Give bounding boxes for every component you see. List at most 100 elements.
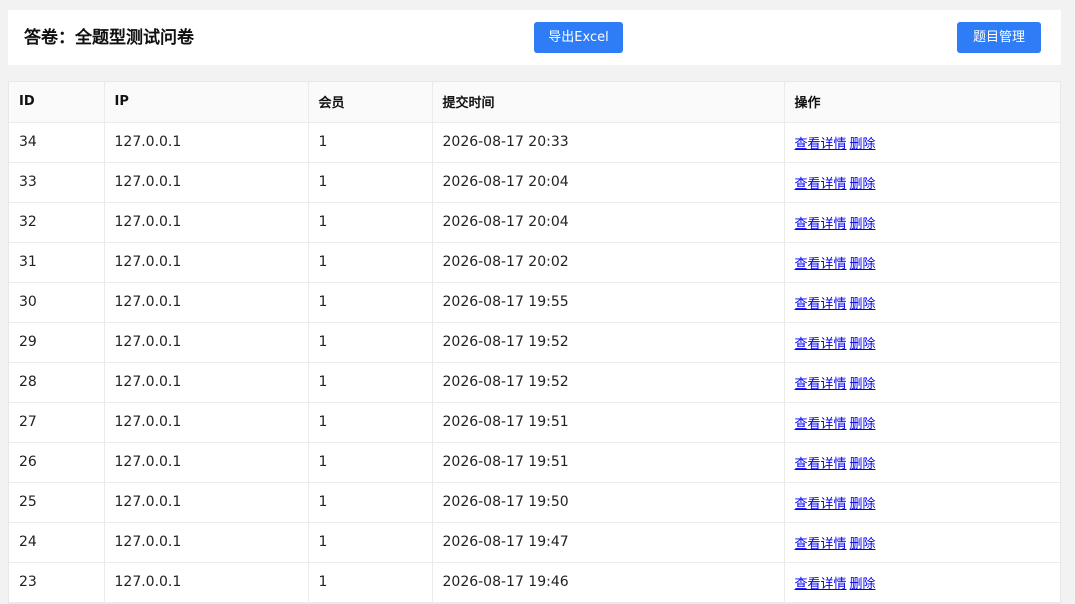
cell-actions: 查看详情 删除	[784, 482, 1060, 523]
delete-link[interactable]: 删除	[850, 337, 876, 352]
answers-table: ID IP 会员 提交时间 操作 34 127.0.0.1 1 2026-08-17 …	[9, 82, 1060, 603]
cell-actions: 查看详情 删除	[784, 322, 1060, 363]
cell-submit-time: 2026-08-17 19:55	[432, 282, 785, 323]
cell-member: 1	[308, 522, 433, 563]
cell-actions: 查看详情 删除	[784, 362, 1060, 403]
cell-actions: 查看详情 删除	[784, 562, 1060, 603]
cell-id: 25	[9, 482, 105, 523]
cell-member: 1	[308, 442, 433, 483]
cell-ip: 127.0.0.1	[104, 162, 309, 203]
cell-submit-time: 2026-08-17 20:02	[432, 242, 785, 283]
cell-ip: 127.0.0.1	[104, 122, 309, 163]
table-row: 26 127.0.0.1 1 2026-08-17 19:51 查看详情 删除	[9, 442, 1060, 483]
table-row: 31 127.0.0.1 1 2026-08-17 20:02 查看详情 删除	[9, 242, 1060, 283]
delete-link[interactable]: 删除	[850, 177, 876, 192]
cell-ip: 127.0.0.1	[104, 522, 309, 563]
table-row: 27 127.0.0.1 1 2026-08-17 19:51 查看详情 删除	[9, 402, 1060, 443]
cell-submit-time: 2026-08-17 19:50	[432, 482, 785, 523]
cell-submit-time: 2026-08-17 19:51	[432, 442, 785, 483]
delete-link[interactable]: 删除	[850, 577, 876, 592]
question-manage-button[interactable]: 题目管理	[957, 22, 1041, 53]
cell-submit-time: 2026-08-17 20:04	[432, 162, 785, 203]
delete-link[interactable]: 删除	[850, 137, 876, 152]
table-header-row: ID IP 会员 提交时间 操作	[9, 82, 1060, 123]
cell-id: 27	[9, 402, 105, 443]
column-header-id: ID	[9, 82, 105, 123]
table-row: 23 127.0.0.1 1 2026-08-17 19:46 查看详情 删除	[9, 562, 1060, 603]
cell-ip: 127.0.0.1	[104, 282, 309, 323]
delete-link[interactable]: 删除	[850, 257, 876, 272]
view-details-link[interactable]: 查看详情	[795, 457, 847, 472]
cell-id: 33	[9, 162, 105, 203]
view-details-link[interactable]: 查看详情	[795, 577, 847, 592]
table-row: 33 127.0.0.1 1 2026-08-17 20:04 查看详情 删除	[9, 162, 1060, 203]
column-header-ip: IP	[104, 82, 309, 123]
cell-member: 1	[308, 202, 433, 243]
view-details-link[interactable]: 查看详情	[795, 217, 847, 232]
view-details-link[interactable]: 查看详情	[795, 297, 847, 312]
cell-id: 31	[9, 242, 105, 283]
cell-submit-time: 2026-08-17 19:46	[432, 562, 785, 603]
cell-ip: 127.0.0.1	[104, 482, 309, 523]
cell-id: 29	[9, 322, 105, 363]
cell-member: 1	[308, 282, 433, 323]
view-details-link[interactable]: 查看详情	[795, 137, 847, 152]
cell-ip: 127.0.0.1	[104, 242, 309, 283]
cell-actions: 查看详情 删除	[784, 122, 1060, 163]
cell-member: 1	[308, 482, 433, 523]
cell-id: 23	[9, 562, 105, 603]
view-details-link[interactable]: 查看详情	[795, 497, 847, 512]
delete-link[interactable]: 删除	[850, 377, 876, 392]
delete-link[interactable]: 删除	[850, 217, 876, 232]
delete-link[interactable]: 删除	[850, 457, 876, 472]
table-row: 32 127.0.0.1 1 2026-08-17 20:04 查看详情 删除	[9, 202, 1060, 243]
cell-id: 28	[9, 362, 105, 403]
cell-actions: 查看详情 删除	[784, 442, 1060, 483]
export-excel-button[interactable]: 导出Excel	[534, 22, 623, 53]
cell-actions: 查看详情 删除	[784, 202, 1060, 243]
table-row: 25 127.0.0.1 1 2026-08-17 19:50 查看详情 删除	[9, 482, 1060, 523]
cell-id: 32	[9, 202, 105, 243]
cell-submit-time: 2026-08-17 19:52	[432, 322, 785, 363]
cell-actions: 查看详情 删除	[784, 242, 1060, 283]
table-row: 34 127.0.0.1 1 2026-08-17 20:33 查看详情 删除	[9, 122, 1060, 163]
cell-ip: 127.0.0.1	[104, 402, 309, 443]
cell-member: 1	[308, 322, 433, 363]
answers-table-container: ID IP 会员 提交时间 操作 34 127.0.0.1 1 2026-08-17 …	[8, 81, 1061, 604]
table-row: 30 127.0.0.1 1 2026-08-17 19:55 查看详情 删除	[9, 282, 1060, 323]
delete-link[interactable]: 删除	[850, 297, 876, 312]
cell-member: 1	[308, 122, 433, 163]
cell-submit-time: 2026-08-17 19:52	[432, 362, 785, 403]
column-header-member: 会员	[308, 82, 433, 123]
cell-ip: 127.0.0.1	[104, 362, 309, 403]
cell-member: 1	[308, 162, 433, 203]
page-title: 答卷：全题型测试问卷	[24, 28, 194, 48]
delete-link[interactable]: 删除	[850, 497, 876, 512]
page-header: 答卷：全题型测试问卷 导出Excel 题目管理	[8, 10, 1061, 65]
cell-ip: 127.0.0.1	[104, 442, 309, 483]
column-header-submit-time: 提交时间	[432, 82, 785, 123]
cell-ip: 127.0.0.1	[104, 202, 309, 243]
cell-ip: 127.0.0.1	[104, 322, 309, 363]
cell-id: 30	[9, 282, 105, 323]
cell-id: 24	[9, 522, 105, 563]
table-row: 28 127.0.0.1 1 2026-08-17 19:52 查看详情 删除	[9, 362, 1060, 403]
column-header-actions: 操作	[784, 82, 1060, 123]
table-row: 24 127.0.0.1 1 2026-08-17 19:47 查看详情 删除	[9, 522, 1060, 563]
cell-member: 1	[308, 402, 433, 443]
view-details-link[interactable]: 查看详情	[795, 417, 847, 432]
cell-id: 26	[9, 442, 105, 483]
cell-actions: 查看详情 删除	[784, 162, 1060, 203]
view-details-link[interactable]: 查看详情	[795, 537, 847, 552]
delete-link[interactable]: 删除	[850, 417, 876, 432]
view-details-link[interactable]: 查看详情	[795, 177, 847, 192]
view-details-link[interactable]: 查看详情	[795, 377, 847, 392]
view-details-link[interactable]: 查看详情	[795, 337, 847, 352]
cell-submit-time: 2026-08-17 19:51	[432, 402, 785, 443]
view-details-link[interactable]: 查看详情	[795, 257, 847, 272]
cell-actions: 查看详情 删除	[784, 522, 1060, 563]
table-row: 29 127.0.0.1 1 2026-08-17 19:52 查看详情 删除	[9, 322, 1060, 363]
cell-id: 34	[9, 122, 105, 163]
cell-submit-time: 2026-08-17 19:47	[432, 522, 785, 563]
delete-link[interactable]: 删除	[850, 537, 876, 552]
